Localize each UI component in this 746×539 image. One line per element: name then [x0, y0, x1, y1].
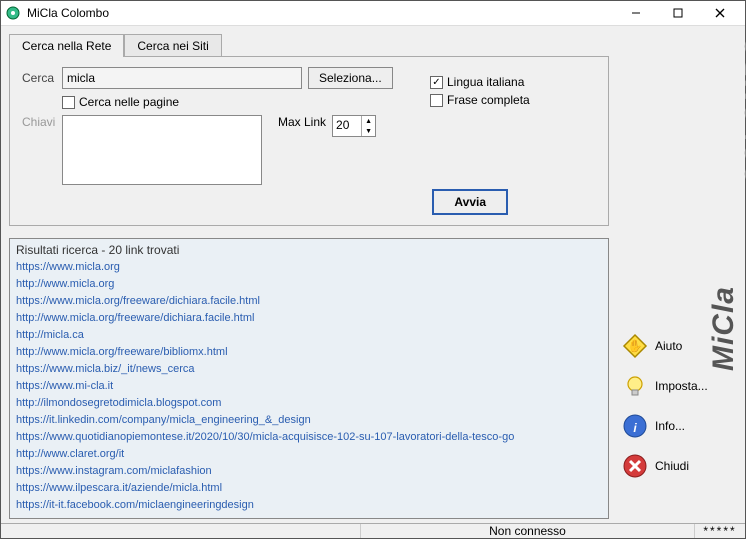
italian-checkbox[interactable]: ✓ [430, 76, 443, 89]
info-button[interactable]: i Info... [619, 406, 741, 446]
brand-sub: COLOMBO [739, 36, 746, 286]
client-area: Cerca nella Rete Cerca nei Siti Cerca Se… [1, 26, 745, 523]
tab-strip: Cerca nella Rete Cerca nei Siti [9, 34, 609, 57]
left-pane: Cerca nella Rete Cerca nei Siti Cerca Se… [1, 26, 615, 523]
result-link[interactable]: https://www.ilpescara.it/aziende/micla.h… [16, 480, 602, 497]
close-x-icon [621, 452, 649, 480]
search-in-pages-checkbox[interactable] [62, 96, 75, 109]
svg-text:✋: ✋ [628, 339, 643, 353]
result-link[interactable]: https://www.mi-cla.it [16, 378, 602, 395]
status-left [1, 524, 361, 538]
results-list[interactable]: Risultati ricerca - 20 link trovati http… [10, 239, 608, 518]
fullphrase-label: Frase completa [447, 93, 530, 107]
maxlink-stepper[interactable]: 20 ▲ ▼ [332, 115, 376, 137]
keys-textarea[interactable] [62, 115, 262, 185]
maximize-button[interactable] [657, 1, 699, 25]
status-stars: ***** [695, 524, 745, 538]
lightbulb-icon [621, 372, 649, 400]
tab-search-web[interactable]: Cerca nella Rete [9, 34, 124, 57]
exit-label: Chiudi [655, 459, 689, 473]
app-icon [5, 5, 21, 21]
app-window: MiCla Colombo Cerca nella Rete Cerca nei… [0, 0, 746, 539]
titlebar: MiCla Colombo [1, 1, 745, 26]
search-label: Cerca [22, 71, 62, 85]
keys-label: Chiavi [22, 115, 62, 129]
maxlink-value[interactable]: 20 [333, 116, 361, 136]
close-button[interactable] [699, 1, 741, 25]
result-link[interactable]: http://www.micla.org/freeware/dichiara.f… [16, 310, 602, 327]
exit-button[interactable]: Chiudi [619, 446, 741, 486]
fullphrase-checkbox[interactable] [430, 94, 443, 107]
help-label: Aiuto [655, 339, 682, 353]
start-button[interactable]: Avvia [432, 189, 508, 215]
result-link[interactable]: https://www.micla.org/freeware/dichiara.… [16, 293, 602, 310]
results-header: Risultati ricerca - 20 link trovati [16, 243, 602, 257]
result-link[interactable]: http://www.claret.org/it [16, 446, 602, 463]
result-link[interactable]: https://it.linkedin.com/company/micla_en… [16, 412, 602, 429]
status-connection: Non connesso [361, 524, 695, 538]
result-link[interactable]: https://www.micla.org [16, 259, 602, 276]
settings-button[interactable]: Imposta... [619, 366, 741, 406]
options-group: ✓ Lingua italiana Frase completa [430, 75, 530, 111]
minimize-button[interactable] [615, 1, 657, 25]
select-button[interactable]: Seleziona... [308, 67, 393, 89]
search-panel: Cerca Seleziona... Cerca nelle pagine Ch… [9, 56, 609, 226]
results-box: Risultati ricerca - 20 link trovati http… [9, 238, 609, 519]
italian-label: Lingua italiana [447, 75, 524, 89]
settings-label: Imposta... [655, 379, 708, 393]
result-link[interactable]: http://micla.ca [16, 327, 602, 344]
result-link[interactable]: https://www.instagram.com/miclafashion [16, 463, 602, 480]
tab-search-sites[interactable]: Cerca nei Siti [124, 34, 221, 57]
result-link[interactable]: http://ilmondosegretodimicla.blogspot.co… [16, 395, 602, 412]
result-link[interactable]: https://www.quotidianopiemontese.it/2020… [16, 429, 602, 446]
side-buttons: ✋ Aiuto Imposta... i Info... [619, 326, 741, 486]
info-icon: i [621, 412, 649, 440]
info-label: Info... [655, 419, 685, 433]
window-title: MiCla Colombo [27, 6, 615, 20]
right-pane: COLOMBO MiCla ✋ Aiuto Imposta... [615, 26, 745, 523]
status-bar: Non connesso ***** [1, 523, 745, 538]
maxlink-label: Max Link [278, 115, 326, 129]
maxlink-down-icon[interactable]: ▼ [362, 126, 375, 136]
search-input[interactable] [62, 67, 302, 89]
result-link[interactable]: http://www.micla.org/freeware/bibliomx.h… [16, 344, 602, 361]
hand-icon: ✋ [621, 332, 649, 360]
help-button[interactable]: ✋ Aiuto [619, 326, 741, 366]
result-link[interactable]: https://it-it.facebook.com/miclaengineer… [16, 497, 602, 514]
maxlink-up-icon[interactable]: ▲ [362, 116, 375, 126]
result-link[interactable]: https://www.micla.biz/_it/news_cerca [16, 361, 602, 378]
result-link[interactable]: http://www.micla.org [16, 276, 602, 293]
search-in-pages-label: Cerca nelle pagine [79, 95, 179, 109]
